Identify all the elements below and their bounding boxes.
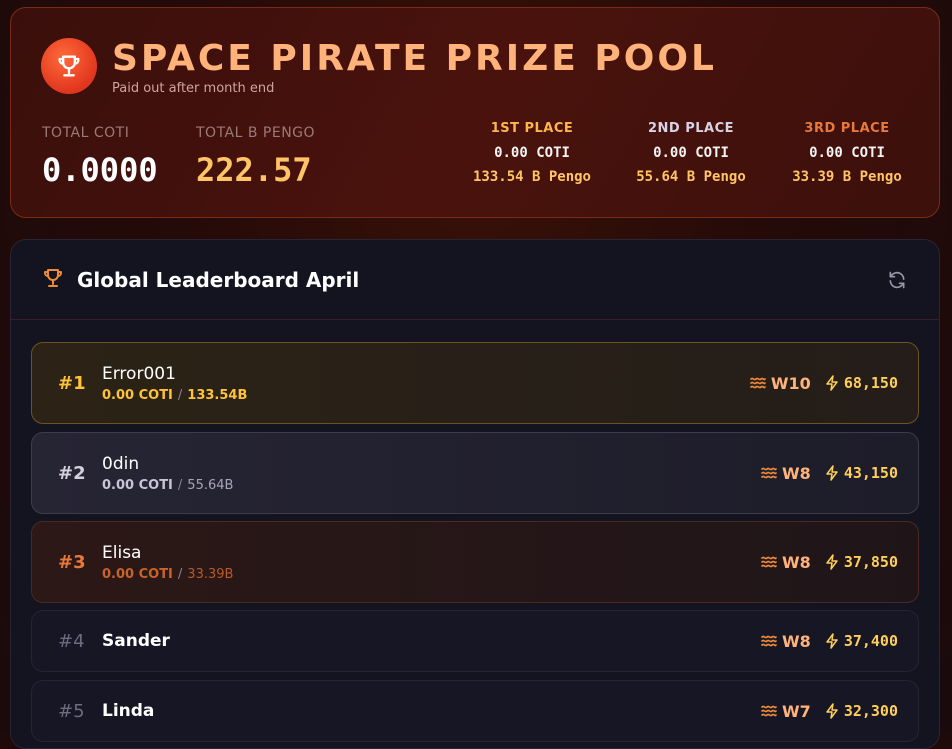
waves-icon: [761, 635, 777, 647]
rank-label: #3: [58, 551, 86, 573]
wave-label: W8: [782, 463, 811, 483]
second-place-pengo: 55.64 B Pengo: [636, 169, 746, 185]
player-coti: 0.00 COTI: [102, 566, 173, 582]
total-coti-value: 0.0000: [42, 151, 158, 189]
player-name: Error001: [102, 363, 176, 384]
player-pengo: 133.54B: [187, 387, 248, 403]
first-place-pengo: 133.54 B Pengo: [472, 169, 591, 185]
wave-badge: W8: [761, 632, 811, 651]
points-badge: 37,850: [825, 553, 898, 571]
wave-label: W7: [782, 701, 811, 721]
first-place-coti: 0.00 COTI: [494, 145, 570, 161]
points-value: 68,150: [843, 374, 898, 392]
lightning-icon: [826, 554, 838, 570]
rank-label: #4: [58, 630, 85, 652]
points-badge: 68,150: [825, 374, 898, 392]
lightning-icon: [826, 375, 838, 391]
points-value: 37,400: [843, 632, 898, 650]
lightning-icon: [826, 703, 838, 719]
rank-label: #1: [58, 372, 86, 394]
second-place-label: 2ND PLACE: [647, 121, 735, 136]
leaderboard-row[interactable]: #2 0din 0.00 COTI/55.64B W8 43,150: [31, 432, 919, 514]
player-pengo: 33.39B: [187, 566, 234, 582]
points-value: 32,300: [843, 702, 898, 720]
trophy-icon: [41, 266, 65, 294]
lightning-icon: [826, 633, 838, 649]
second-place-coti: 0.00 COTI: [653, 145, 729, 161]
third-place-pengo: 33.39 B Pengo: [792, 169, 902, 185]
separator: /: [177, 477, 183, 493]
third-place-prize: 3RD PLACE 0.00 COTI 33.39 B Pengo: [767, 121, 927, 185]
rank-label: #5: [58, 700, 85, 722]
leaderboard-row[interactable]: #4 Sander W8 37,400: [31, 610, 919, 672]
prize-pool-title: SPACE PIRATE PRIZE POOL: [112, 38, 717, 79]
leaderboard-title: Global Leaderboard April: [77, 267, 360, 292]
total-coti-label: TOTAL COTI: [42, 125, 130, 141]
wave-label: W8: [782, 552, 811, 572]
points-value: 37,850: [843, 553, 898, 571]
waves-icon: [761, 467, 777, 479]
trophy-icon: [41, 38, 97, 94]
third-place-label: 3RD PLACE: [804, 121, 890, 136]
wave-label: W10: [770, 373, 811, 393]
prize-pool-subtitle: Paid out after month end: [112, 81, 275, 96]
refresh-icon[interactable]: [885, 268, 909, 292]
leaderboard-panel: Global Leaderboard April #1 Error001 0.0…: [10, 239, 940, 749]
player-coti: 0.00 COTI: [102, 387, 173, 403]
prize-pool-panel: SPACE PIRATE PRIZE POOL Paid out after m…: [10, 7, 940, 218]
separator: /: [177, 566, 183, 582]
wave-badge: W8: [761, 553, 811, 572]
leaderboard-row[interactable]: #3 Elisa 0.00 COTI/33.39B W8 37,850: [31, 521, 919, 603]
waves-icon: [750, 377, 766, 389]
total-pengo-label: TOTAL B PENGO: [196, 125, 316, 141]
player-pengo: 55.64B: [187, 477, 234, 493]
first-place-prize: 1ST PLACE 0.00 COTI 133.54 B Pengo: [452, 121, 612, 185]
wave-label: W8: [782, 631, 811, 651]
points-badge: 37,400: [825, 632, 898, 650]
player-name: Elisa: [102, 542, 142, 563]
player-name: Sander: [102, 631, 170, 651]
points-value: 43,150: [843, 464, 898, 482]
total-pengo-value: 222.57: [196, 151, 312, 189]
second-place-prize: 2ND PLACE 0.00 COTI 55.64 B Pengo: [611, 121, 771, 185]
leaderboard-header: Global Leaderboard April: [11, 240, 939, 320]
points-badge: 43,150: [825, 464, 898, 482]
waves-icon: [761, 705, 777, 717]
wave-badge: W7: [761, 702, 811, 721]
first-place-label: 1ST PLACE: [490, 121, 574, 136]
third-place-coti: 0.00 COTI: [809, 145, 885, 161]
player-name: 0din: [102, 453, 140, 474]
points-badge: 32,300: [825, 702, 898, 720]
waves-icon: [761, 556, 777, 568]
wave-badge: W10: [750, 374, 811, 393]
separator: /: [177, 387, 183, 403]
wave-badge: W8: [761, 464, 811, 483]
leaderboard-row[interactable]: #1 Error001 0.00 COTI/133.54B W10 68,150: [31, 342, 919, 424]
rank-label: #2: [58, 462, 86, 484]
lightning-icon: [826, 465, 838, 481]
player-name: Linda: [102, 701, 155, 721]
player-coti: 0.00 COTI: [102, 477, 173, 493]
